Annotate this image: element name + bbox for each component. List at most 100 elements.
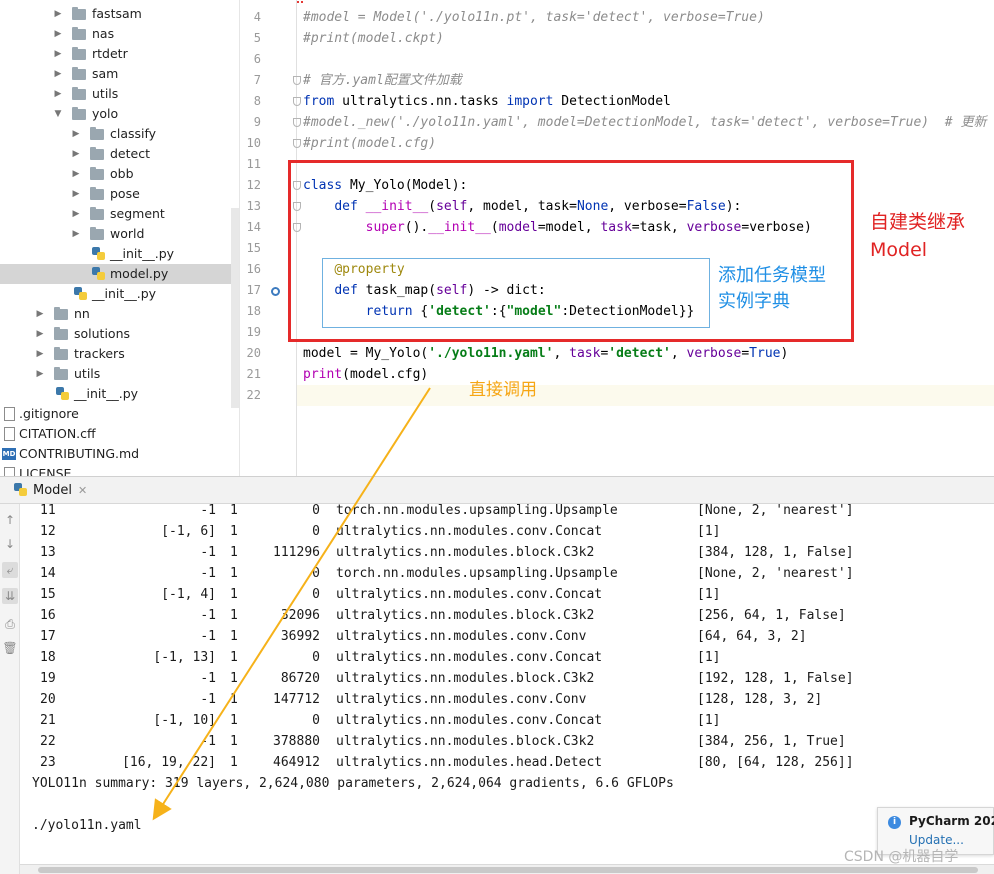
code-line[interactable]: #print(model.ckpt) (303, 28, 444, 49)
chevron-right-icon[interactable]: ▶ (70, 144, 82, 164)
tree-item-detect[interactable]: ▶ detect (0, 144, 239, 164)
tree-item-label: model.py (110, 266, 169, 281)
code-line[interactable]: print(model.cfg) (303, 364, 428, 385)
tree-item-trackers[interactable]: ▶ trackers (0, 344, 239, 364)
console-cell-module: ultralytics.nn.modules.conv.Conv (336, 692, 587, 707)
tree-item-label: segment (110, 206, 165, 221)
console-cell-from: -1 (200, 671, 216, 686)
chevron-right-icon[interactable]: ▶ (34, 304, 46, 324)
tree-item-sam[interactable]: ▶ sam (0, 64, 239, 84)
console-row: 12 [-1, 6] 1 0 ultralytics.nn.modules.conv.C… (20, 521, 994, 542)
chevron-right-icon[interactable]: ▶ (70, 124, 82, 144)
soft-wrap-icon[interactable]: ⤶ (2, 562, 18, 578)
tree-item-segment[interactable]: ▶ segment (0, 204, 239, 224)
arrow-up-icon[interactable]: ↑ (2, 512, 18, 528)
fold-marker-icon[interactable] (293, 118, 301, 127)
code-line[interactable]: #model = Model('./yolo11n.pt', task='det… (303, 7, 765, 28)
chevron-right-icon[interactable]: ▶ (34, 364, 46, 384)
line-number: 20 (246, 346, 261, 360)
tree-item-world[interactable]: ▶ world (0, 224, 239, 244)
line-number: 10 (246, 136, 261, 150)
chevron-right-icon[interactable]: ▶ (34, 344, 46, 364)
tree-item-classify[interactable]: ▶ classify (0, 124, 239, 144)
folder-icon (72, 27, 86, 40)
tree-item-nn[interactable]: ▶ nn (0, 304, 239, 324)
tree-item-model-py[interactable]: model.py (0, 264, 239, 284)
chevron-right-icon[interactable]: ▶ (70, 184, 82, 204)
console-cell-n: 1 (230, 608, 238, 623)
tree-item-rtdetr[interactable]: ▶ rtdetr (0, 44, 239, 64)
console-cell-from: -1 (200, 734, 216, 749)
markdown-file-icon: MD (2, 448, 16, 460)
console-cell-from: -1 (200, 608, 216, 623)
console-row: 17 -1 1 36992 ultralytics.nn.modules.conv.Co… (20, 626, 994, 647)
tree-item-yolo[interactable]: ▼ yolo (0, 104, 239, 124)
tree-item-nas[interactable]: ▶ nas (0, 24, 239, 44)
code-line[interactable]: model = My_Yolo('./yolo11n.yaml', task='… (303, 343, 788, 364)
console-cell-module: ultralytics.nn.modules.conv.Concat (336, 524, 603, 539)
scrollbar-thumb[interactable] (38, 867, 978, 873)
trash-icon[interactable]: 🗑 (2, 640, 18, 656)
tree-item-pose[interactable]: ▶ pose (0, 184, 239, 204)
chevron-right-icon[interactable]: ▶ (52, 4, 64, 24)
tree-item-label: world (110, 226, 145, 241)
line-number: 9 (253, 115, 261, 129)
line-number: 5 (253, 31, 261, 45)
tree-item--gitignore[interactable]: .gitignore (0, 404, 239, 424)
tree-item--init-py[interactable]: __init__.py (0, 384, 239, 404)
update-link[interactable]: Update... (909, 833, 964, 847)
tree-item-citation-cff[interactable]: CITATION.cff (0, 424, 239, 444)
fold-marker-icon[interactable] (293, 76, 301, 85)
scroll-to-end-icon[interactable]: ⇊ (2, 588, 18, 604)
override-marker-icon[interactable] (271, 287, 280, 296)
tree-item-label: detect (110, 146, 150, 161)
line-number: 19 (246, 325, 261, 339)
chevron-right-icon[interactable]: ▶ (34, 324, 46, 344)
console-row: 22 -1 1 378880 ultralytics.nn.modules.block.… (20, 731, 994, 752)
annotation-task-map: 添加任务模型 实例字典 (718, 265, 826, 312)
chevron-right-icon[interactable]: ▶ (70, 164, 82, 184)
tree-item-solutions[interactable]: ▶ solutions (0, 324, 239, 344)
info-icon: i (888, 816, 901, 829)
tree-scrollbar[interactable] (231, 208, 239, 408)
chevron-right-icon[interactable]: ▶ (70, 204, 82, 224)
line-number: 22 (246, 388, 261, 402)
line-number: 6 (253, 52, 261, 66)
chevron-right-icon[interactable]: ▶ (52, 44, 64, 64)
chevron-right-icon[interactable]: ▶ (52, 24, 64, 44)
fold-marker-icon[interactable] (293, 97, 301, 106)
close-icon[interactable]: ✕ (78, 484, 87, 497)
tree-item-contributing-md[interactable]: MD CONTRIBUTING.md (0, 444, 239, 464)
code-line[interactable]: from ultralytics.nn.tasks import Detecti… (303, 91, 671, 112)
python-file-icon (92, 267, 105, 281)
tree-item-utils[interactable]: ▶ utils (0, 364, 239, 384)
chevron-down-icon[interactable]: ▼ (52, 104, 64, 124)
fold-marker-icon[interactable] (293, 139, 301, 148)
chevron-right-icon[interactable]: ▶ (52, 64, 64, 84)
code-line[interactable]: #print(model.cfg) (303, 133, 436, 154)
tree-item-label: nas (92, 26, 115, 41)
tree-item-license[interactable]: LICENSE (0, 464, 239, 476)
line-number: 17 (246, 283, 261, 297)
console-row: 21 [-1, 10] 1 0 ultralytics.nn.modules.conv.… (20, 710, 994, 731)
tree-item-obb[interactable]: ▶ obb (0, 164, 239, 184)
print-icon[interactable]: ⎙ (2, 616, 18, 632)
tree-item-fastsam[interactable]: ▶ fastsam (0, 4, 239, 24)
text-file-icon (4, 467, 15, 476)
console-cell-module: ultralytics.nn.modules.conv.Concat (336, 713, 603, 728)
arrow-down-icon[interactable]: ↓ (2, 536, 18, 552)
tree-item--init-py[interactable]: __init__.py (0, 244, 239, 264)
folder-icon (72, 7, 86, 20)
tree-item-label: CITATION.cff (19, 426, 96, 441)
code-line[interactable]: # 官方.yaml配置文件加载 (303, 70, 462, 91)
folder-icon (72, 107, 86, 120)
code-line[interactable]: #model._new('./yolo11n.yaml', model=Dete… (303, 112, 986, 133)
console-cell-from: -1 (200, 504, 216, 518)
tree-item-utils[interactable]: ▶ utils (0, 84, 239, 104)
tree-item-label: classify (110, 126, 157, 141)
run-tab-model[interactable]: Model ✕ (6, 477, 95, 504)
chevron-right-icon[interactable]: ▶ (70, 224, 82, 244)
tree-item--init-py[interactable]: __init__.py (0, 284, 239, 304)
chevron-right-icon[interactable]: ▶ (52, 84, 64, 104)
console-cell-idx: 22 (40, 734, 56, 749)
